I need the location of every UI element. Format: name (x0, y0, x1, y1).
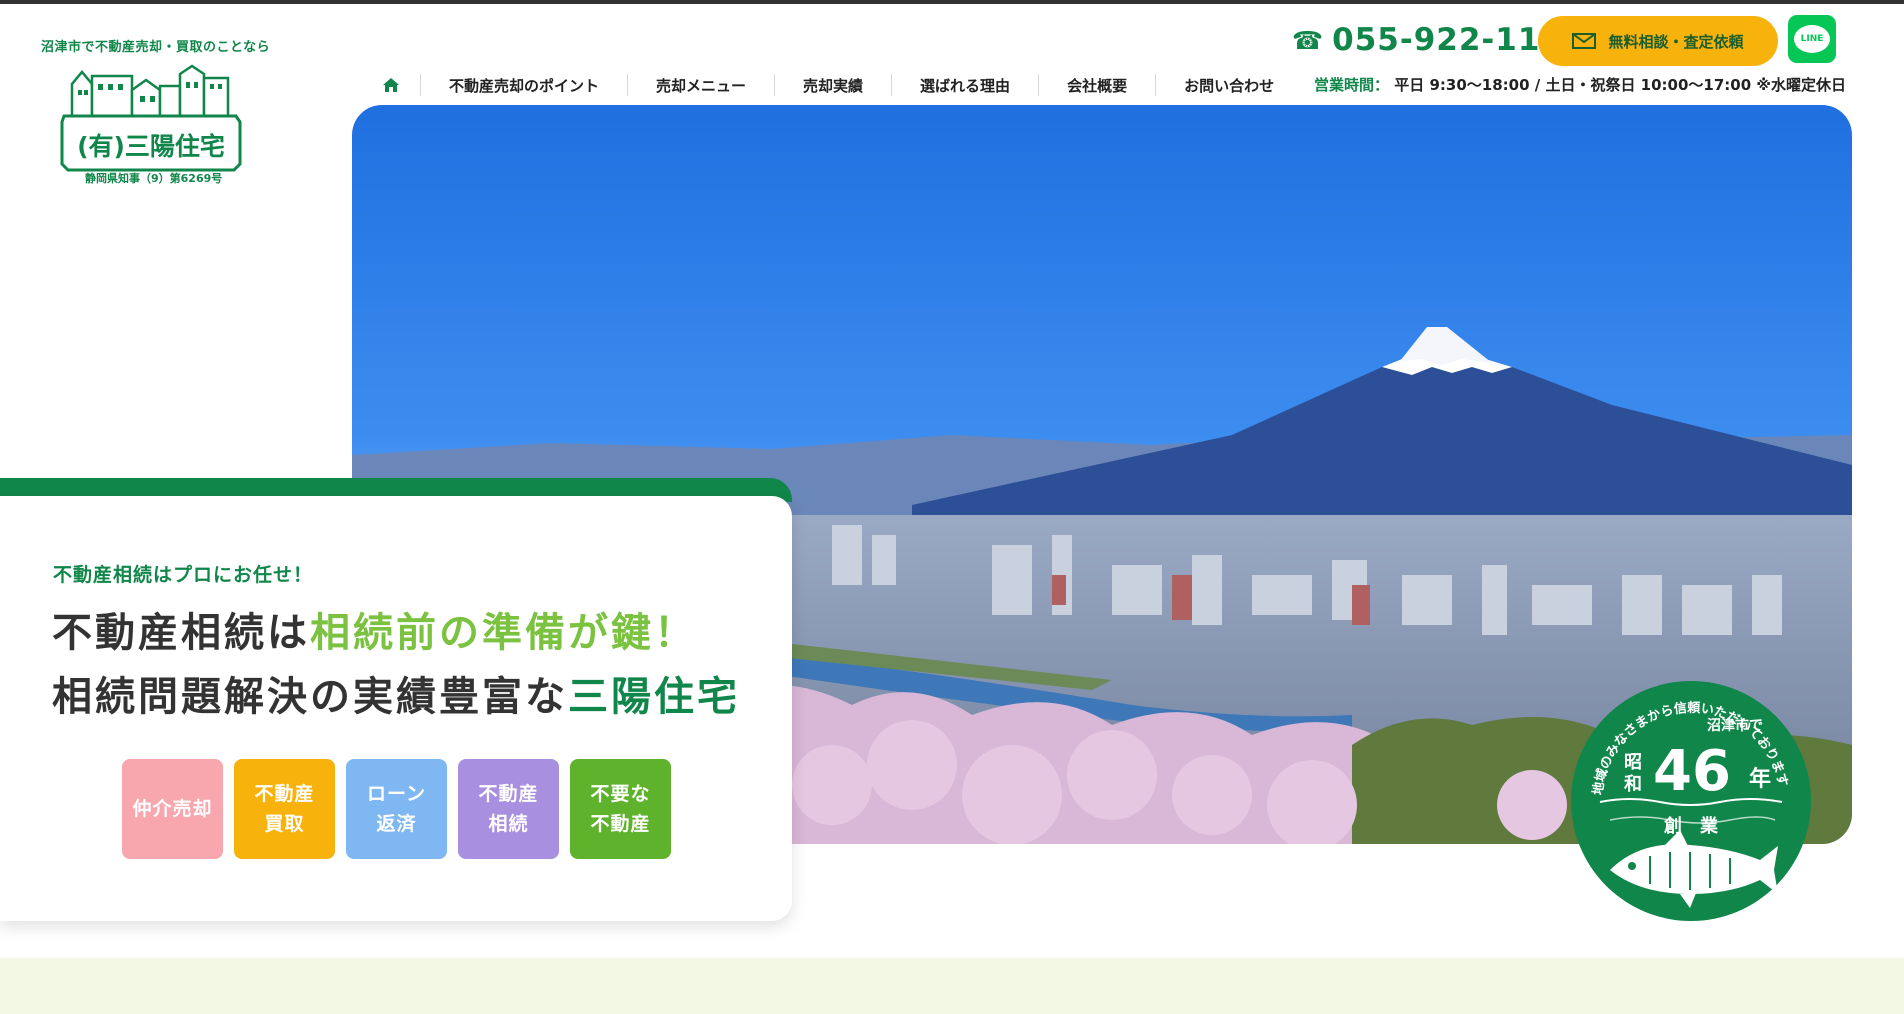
service-unwanted-property-button[interactable]: 不要な 不動産 (570, 759, 671, 859)
service-inheritance-button[interactable]: 不動産 相続 (458, 759, 559, 859)
nav-company[interactable]: 会社概要 (1038, 74, 1155, 96)
hero-eyebrow: 不動産相続はプロにお任せ！ (53, 564, 314, 586)
badge-founded: 創 業 (1663, 815, 1719, 837)
anniversary-badge: 地域のみなさまから信頼いただいております 沼津市で 昭 和 46 年 創 業 (1570, 680, 1812, 922)
line-button[interactable]: LINE (1788, 15, 1836, 63)
company-logo[interactable]: (有)三陽住宅 (58, 64, 244, 182)
top-border (0, 0, 1904, 4)
hero-headline-1: 不動産相続は相続前の準備が鍵！ (52, 610, 697, 656)
home-icon (383, 78, 399, 92)
nav-sales-record[interactable]: 売却実績 (774, 74, 891, 96)
badge-era-2: 和 (1624, 774, 1642, 795)
nav-contact[interactable]: お問い合わせ (1155, 74, 1302, 96)
mail-icon (1572, 33, 1597, 49)
service-loan-button[interactable]: ローン 返済 (346, 759, 447, 859)
service-purchase-button[interactable]: 不動産 買取 (234, 759, 335, 859)
phone-icon: ☎ (1292, 25, 1325, 55)
hero-card: 不動産相続はプロにお任せ！ 不動産相続は相続前の準備が鍵！ 相続問題解決の実績豊… (0, 496, 792, 921)
free-consultation-button[interactable]: 無料相談・査定依頼 (1538, 16, 1778, 66)
tagline: 沼津市で不動産売却・買取のことなら (41, 40, 271, 55)
badge-years: 46 (1653, 739, 1731, 804)
hours-text: 平日 9:30〜18:00 / 土日・祝祭日 10:00〜17:00 ※水曜定休… (1394, 76, 1846, 94)
business-hours: 営業時間： 平日 9:30〜18:00 / 土日・祝祭日 10:00〜17:00… (1314, 74, 1846, 95)
nav-reasons[interactable]: 選ばれる理由 (891, 74, 1038, 96)
hero-headline-2: 相続問題解決の実績豊富な三陽住宅 (52, 674, 740, 720)
service-buttons: 仲介売却 不動産 買取 ローン 返済 不動産 相続 不要な 不動産 (122, 759, 671, 859)
nav-selling-menu[interactable]: 売却メニュー (627, 74, 774, 96)
next-section-band (0, 958, 1904, 1014)
main-nav: 不動産売却のポイント 売却メニュー 売却実績 選ばれる理由 会社概要 お問い合わ… (370, 70, 1302, 100)
nav-selling-points[interactable]: 不動産売却のポイント (420, 74, 627, 96)
license-number: 静岡県知事（9）第6269号 (85, 172, 223, 185)
badge-unit: 年 (1749, 766, 1771, 792)
nav-home[interactable] (370, 74, 420, 96)
cta-label: 無料相談・査定依頼 (1608, 32, 1744, 51)
hours-label: 営業時間： (1314, 76, 1390, 94)
badge-city: 沼津市で (1707, 717, 1763, 734)
company-name: (有)三陽住宅 (77, 132, 225, 161)
line-icon: LINE (1794, 25, 1830, 53)
service-brokerage-button[interactable]: 仲介売却 (122, 759, 223, 859)
badge-era-1: 昭 (1624, 752, 1642, 773)
